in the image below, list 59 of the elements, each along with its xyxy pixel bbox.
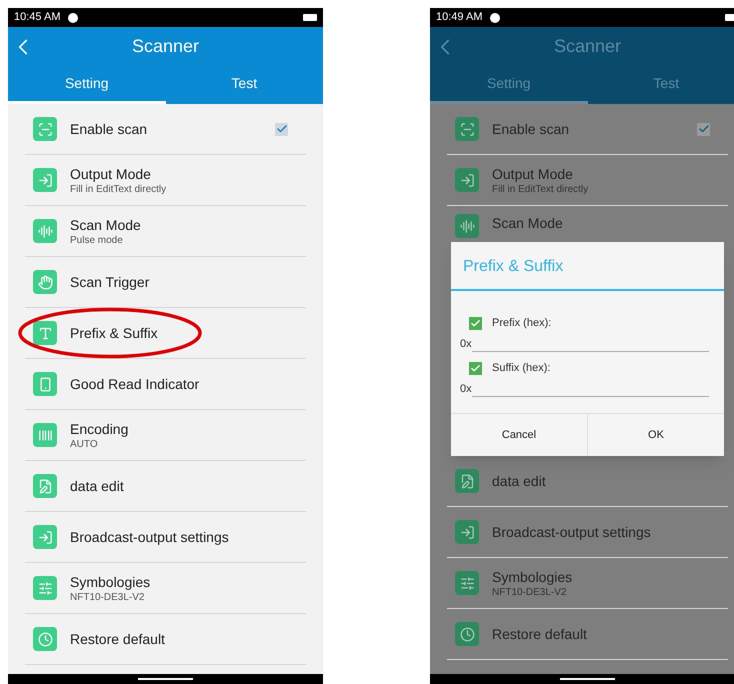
- item-subtitle: NFT10-DE3L-V2: [492, 586, 568, 598]
- hex-prefix: 0x: [460, 382, 472, 396]
- dialog-title: Prefix & Suffix: [462, 257, 564, 277]
- item-title[interactable]: Output Mode: [492, 164, 720, 182]
- item-title[interactable]: Scan Mode: [492, 214, 720, 232]
- checkbox[interactable]: [469, 362, 482, 375]
- app-title: Scanner: [552, 35, 622, 58]
- battery-icon: [303, 14, 317, 21]
- item-title[interactable]: Restore default: [70, 630, 298, 648]
- hex-prefix: 0x: [460, 336, 472, 352]
- letter-icon: [33, 321, 57, 345]
- item-title[interactable]: Encoding: [70, 420, 298, 438]
- item-title[interactable]: Prefix & Suffix: [70, 324, 298, 342]
- checkbox[interactable]: [697, 122, 710, 136]
- home-indicator: [560, 678, 615, 680]
- bars-icon: [33, 219, 57, 243]
- hand-icon: [33, 270, 57, 294]
- item-title[interactable]: Restore default: [492, 625, 720, 643]
- item-title[interactable]: Scan Trigger: [70, 273, 298, 291]
- app-title: Scanner: [130, 35, 200, 58]
- item-title[interactable]: Symbologies: [70, 572, 298, 590]
- dialog-button[interactable]: Cancel: [451, 414, 587, 456]
- item-title[interactable]: data edit: [492, 472, 720, 490]
- status-time: 10:45 AM: [14, 10, 60, 26]
- item-title[interactable]: Output Mode: [70, 164, 298, 182]
- field-label: Prefix (hex):: [492, 316, 552, 331]
- field-label: Suffix (hex):: [492, 361, 550, 376]
- checkbox[interactable]: [275, 122, 288, 136]
- item-title[interactable]: Symbologies: [492, 568, 720, 586]
- checkbox[interactable]: [469, 316, 482, 330]
- clock-icon: [455, 622, 479, 646]
- scanner-icon: [33, 117, 57, 141]
- sliders-icon: [33, 576, 57, 600]
- barcode-icon: [33, 423, 57, 447]
- item-subtitle: NFT10-DE3L-V2: [70, 590, 146, 604]
- dialog-button[interactable]: OK: [587, 414, 724, 456]
- status-time: 10:49 AM: [436, 10, 482, 26]
- notification-icon: [490, 12, 500, 22]
- phone-icon: [33, 372, 57, 396]
- item-subtitle: Fill in EditText directly: [492, 182, 590, 196]
- item-title[interactable]: Broadcast-output settings: [70, 528, 298, 546]
- item-title[interactable]: Enable scan: [70, 120, 275, 138]
- item-title[interactable]: data edit: [70, 477, 298, 495]
- sliders-icon: [455, 571, 479, 595]
- item-subtitle: AUTO: [70, 438, 99, 450]
- edit-icon: [455, 469, 479, 493]
- notification-icon: [68, 12, 78, 22]
- item-title[interactable]: Scan Mode: [70, 216, 298, 234]
- item-title[interactable]: Enable scan: [492, 120, 697, 138]
- item-title[interactable]: Broadcast-output settings: [492, 523, 720, 541]
- home-indicator: [138, 678, 193, 680]
- tab[interactable]: Test: [166, 66, 323, 104]
- edit-icon: [33, 474, 57, 498]
- scanner-icon: [455, 117, 479, 141]
- item-subtitle: Pulse mode: [70, 234, 124, 246]
- item-title[interactable]: Good Read Indicator: [70, 375, 298, 393]
- clock-icon: [33, 627, 57, 651]
- item-subtitle: Fill in EditText directly: [70, 182, 168, 196]
- bars-icon: [455, 214, 479, 238]
